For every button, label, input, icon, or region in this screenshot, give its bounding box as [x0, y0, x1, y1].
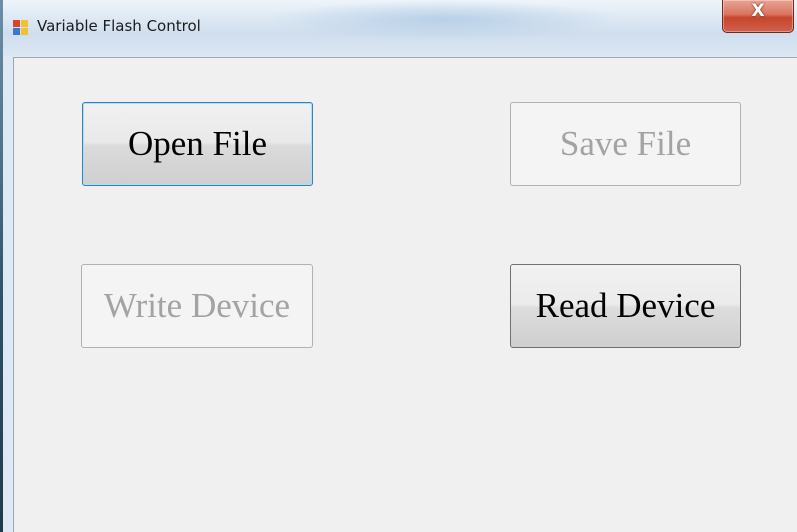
- app-icon-yellow-square-2: [21, 28, 28, 35]
- close-button[interactable]: X: [722, 0, 794, 33]
- write-device-button[interactable]: Write Device: [81, 264, 313, 348]
- app-icon-red-square: [13, 20, 20, 27]
- window-title: Variable Flash Control: [37, 17, 201, 35]
- title-bar-highlight: [263, 0, 623, 40]
- title-bar[interactable]: Variable Flash Control X: [3, 0, 797, 56]
- read-device-button[interactable]: Read Device: [510, 264, 741, 348]
- app-icon-yellow-square: [21, 20, 28, 27]
- save-file-button[interactable]: Save File: [510, 102, 741, 186]
- app-window: Variable Flash Control X Open File Save …: [3, 0, 797, 532]
- app-window-icon[interactable]: [13, 20, 29, 36]
- open-file-button[interactable]: Open File: [82, 102, 313, 186]
- screen: Variable Flash Control X Open File Save …: [0, 0, 797, 532]
- form-client-area: Open File Save File Write Device Read De…: [13, 57, 797, 532]
- close-icon: X: [751, 1, 765, 21]
- app-icon-blue-square: [13, 28, 20, 35]
